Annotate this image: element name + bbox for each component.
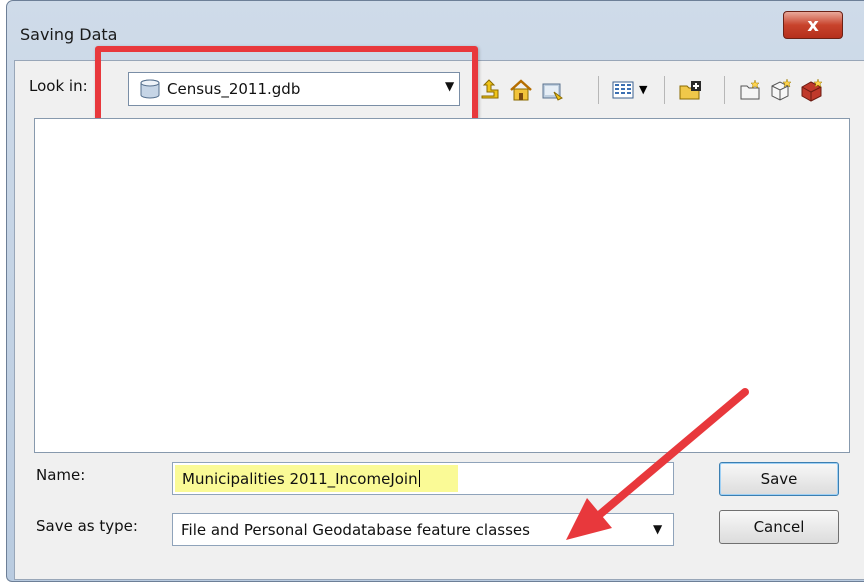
annotation-arrow-head bbox=[566, 498, 612, 540]
annotation-arrow-shaft bbox=[594, 388, 749, 520]
annotation-arrow bbox=[566, 388, 749, 540]
